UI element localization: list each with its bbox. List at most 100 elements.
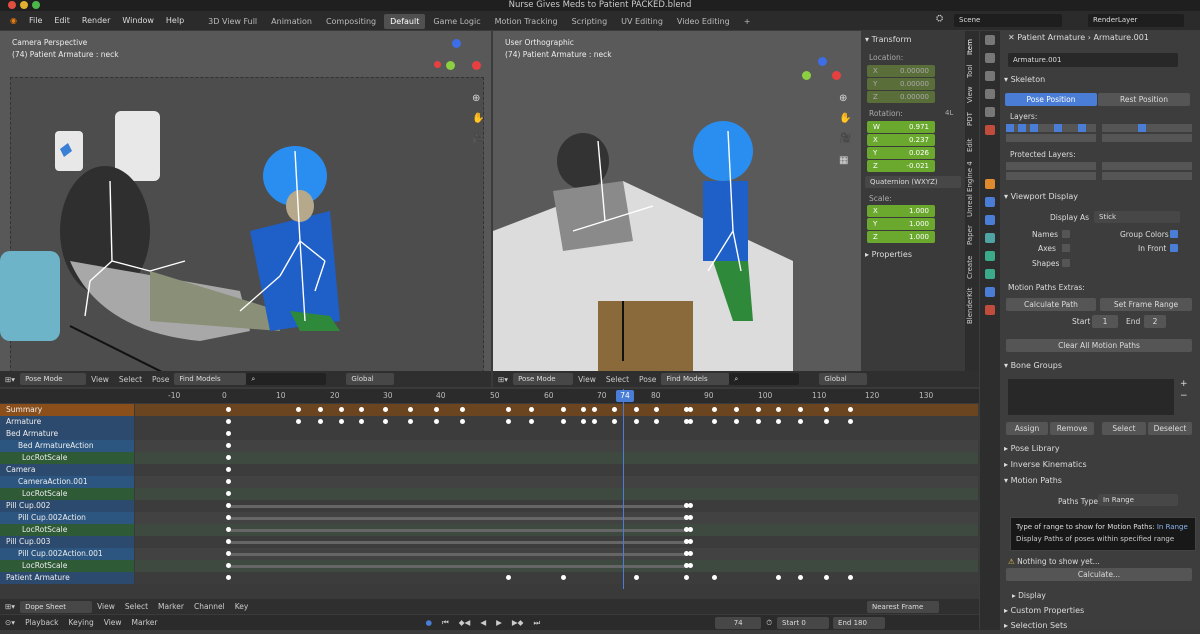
texture-tab-icon[interactable]: [985, 305, 995, 315]
bone-constraint-tab-icon[interactable]: [985, 287, 995, 297]
channel-group[interactable]: LocRotScale: [0, 524, 134, 536]
keyframe[interactable]: [226, 467, 231, 472]
keyframe[interactable]: [688, 563, 693, 568]
keyframe[interactable]: [776, 575, 781, 580]
keyframe[interactable]: [226, 551, 231, 556]
scene-selector[interactable]: Scene: [954, 14, 1062, 27]
keyframe[interactable]: [339, 419, 344, 424]
keyframe[interactable]: [848, 575, 853, 580]
channel-obj[interactable]: Armature: [0, 416, 134, 428]
dope-menu-select[interactable]: Select: [120, 602, 153, 611]
scale-z-field[interactable]: Z 1.000: [867, 231, 935, 243]
playhead-frame-indicator[interactable]: 74: [616, 390, 634, 402]
end-field[interactable]: 2: [1144, 315, 1166, 328]
keyframe[interactable]: [688, 419, 693, 424]
add-workspace-button[interactable]: +: [738, 14, 757, 29]
camera-view-icon[interactable]: 🎥: [472, 133, 484, 145]
keyframe[interactable]: [383, 419, 388, 424]
right-pan-hand-icon[interactable]: ✋: [839, 113, 851, 124]
keyframe[interactable]: [226, 563, 231, 568]
bone-groups-list[interactable]: [1008, 379, 1174, 415]
keyframe[interactable]: [612, 407, 617, 412]
keyframe[interactable]: [296, 407, 301, 412]
keyframe[interactable]: [798, 407, 803, 412]
keyframe-track[interactable]: [135, 440, 978, 452]
axes-checkbox[interactable]: [1062, 244, 1070, 252]
keyframe[interactable]: [529, 419, 534, 424]
current-frame-field[interactable]: 74: [715, 616, 762, 629]
jump-end-button[interactable]: ⏭: [528, 618, 545, 628]
next-keyframe-button[interactable]: ▶◆: [507, 618, 529, 627]
right-search-field[interactable]: ⌕: [729, 373, 800, 385]
dope-menu-marker[interactable]: Marker: [153, 602, 189, 611]
pose-library-panel-header[interactable]: ▸ Pose Library: [1004, 441, 1196, 457]
tab-blenderkit[interactable]: BlenderKit: [966, 286, 978, 326]
keyframe[interactable]: [226, 491, 231, 496]
location-x-field[interactable]: X 0.00000: [867, 65, 935, 77]
tab-3d-view-full[interactable]: 3D View Full: [202, 14, 263, 29]
dope-editor-type-icon[interactable]: ⊞▾: [0, 602, 20, 611]
menu-help[interactable]: Help: [160, 11, 190, 31]
layers-grid[interactable]: [1006, 124, 1192, 144]
timeline-editor-type-icon[interactable]: ⊙▾: [0, 618, 20, 627]
channel-obj[interactable]: Pill Cup.003: [0, 536, 134, 548]
keyframe[interactable]: [581, 419, 586, 424]
keyframe[interactable]: [561, 419, 566, 424]
render-tab-icon[interactable]: [985, 53, 995, 63]
rotation-y-field[interactable]: Y 0.026: [867, 147, 935, 159]
view-layer-tab-icon[interactable]: [985, 89, 995, 99]
deselect-button[interactable]: Deselect: [1148, 422, 1192, 435]
timeline-menu-marker[interactable]: Marker: [127, 618, 163, 627]
rotation-z-field[interactable]: Z -0.021: [867, 160, 935, 172]
right-viewport[interactable]: User Orthographic (74) Patient Armature …: [493, 31, 865, 371]
timeline-menu-view[interactable]: View: [99, 618, 127, 627]
left-menu-view[interactable]: View: [86, 375, 114, 384]
motion-paths-panel-header[interactable]: ▾ Motion Paths: [1004, 473, 1196, 489]
keyframe[interactable]: [612, 419, 617, 424]
set-frame-range-button[interactable]: Set Frame Range: [1100, 298, 1192, 311]
keyframe-track[interactable]: [135, 488, 978, 500]
bone-groups-panel-header[interactable]: ▾ Bone Groups: [1004, 358, 1196, 374]
channel-action[interactable]: Pill Cup.002Action: [0, 512, 134, 524]
right-camera-icon[interactable]: 🎥: [839, 133, 851, 144]
scale-y-field[interactable]: Y 1.000: [867, 218, 935, 230]
keyframe[interactable]: [226, 503, 231, 508]
skeleton-panel-header[interactable]: ▾ Skeleton: [1004, 72, 1196, 88]
editor-type-icon[interactable]: ⊞▾: [0, 375, 20, 384]
keyframe[interactable]: [460, 419, 465, 424]
keyframe[interactable]: [226, 539, 231, 544]
keyframe-track[interactable]: [135, 476, 978, 488]
armature-data-tab-icon[interactable]: [985, 251, 995, 261]
keyframe[interactable]: [226, 431, 231, 436]
display-subpanel[interactable]: ▸ Display: [1012, 591, 1046, 600]
armature-name-field[interactable]: Armature.001: [1008, 53, 1178, 67]
keyframe[interactable]: [688, 503, 693, 508]
rotation-w-field[interactable]: W 0.971: [867, 121, 935, 133]
assign-button[interactable]: Assign: [1006, 422, 1048, 435]
keyframe[interactable]: [434, 419, 439, 424]
dope-sheet-mode-dropdown[interactable]: Dope Sheet: [20, 600, 93, 613]
keyframe[interactable]: [296, 419, 301, 424]
record-button[interactable]: ●: [420, 618, 437, 627]
grid-icon[interactable]: ▦: [839, 155, 848, 166]
scene-icon[interactable]: ⛭: [936, 14, 950, 27]
keyframe[interactable]: [734, 407, 739, 412]
end-frame-field[interactable]: End 180: [833, 616, 886, 629]
tab-pdt[interactable]: PDT: [966, 108, 978, 130]
channel-action[interactable]: CameraAction.001: [0, 476, 134, 488]
keyframe[interactable]: [359, 419, 364, 424]
keyframe[interactable]: [318, 419, 323, 424]
transform-header[interactable]: ▾ Transform: [865, 33, 911, 47]
keyframe[interactable]: [684, 575, 689, 580]
left-search-field[interactable]: ⌕: [246, 373, 327, 385]
display-as-dropdown[interactable]: Stick: [1094, 211, 1180, 223]
keyframe[interactable]: [848, 407, 853, 412]
keyframe-track[interactable]: [135, 464, 978, 476]
keyframe[interactable]: [734, 419, 739, 424]
snap-dropdown[interactable]: Nearest Frame: [867, 600, 939, 613]
keyframe[interactable]: [688, 551, 693, 556]
keyframe[interactable]: [226, 479, 231, 484]
left-viewport[interactable]: Camera Perspective (74) Patient Armature…: [0, 31, 491, 371]
right-nav-gizmo[interactable]: [798, 57, 844, 97]
keyframe[interactable]: [561, 575, 566, 580]
